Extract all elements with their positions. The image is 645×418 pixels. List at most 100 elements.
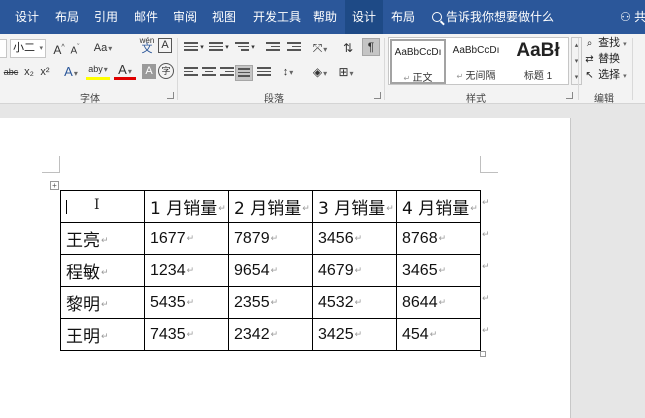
distribute-icon[interactable] xyxy=(257,67,271,78)
decrease-indent-icon[interactable] xyxy=(266,42,280,53)
group-separator xyxy=(578,38,579,100)
table-cell[interactable]: 3425↵ xyxy=(312,318,397,351)
font-color-button[interactable]: A xyxy=(114,62,136,80)
page-edge xyxy=(570,118,571,418)
tab-design[interactable]: 设计 xyxy=(8,0,46,34)
table-header-cell[interactable]: 2 月销量↵ xyxy=(228,190,313,223)
table-resize-handle[interactable] xyxy=(480,351,486,357)
strikethrough-button[interactable]: abc xyxy=(2,62,20,82)
multilevel-dropdown[interactable]: ▾ xyxy=(249,38,257,58)
font-size-combo[interactable]: 小二 ▾ xyxy=(10,39,46,58)
character-border-button[interactable]: A xyxy=(158,38,172,53)
bullets-dropdown[interactable]: ▾ xyxy=(198,38,206,58)
style-heading-1[interactable]: AaBł 标题 1 xyxy=(507,39,569,84)
table-cell[interactable]: 黎明↵ xyxy=(60,286,145,319)
table-header-cell[interactable] xyxy=(60,190,145,223)
table-cell[interactable]: 7435↵ xyxy=(144,318,229,351)
shading-icon[interactable]: ◈ xyxy=(308,62,332,82)
table-header-cell[interactable]: 3 月销量↵ xyxy=(312,190,397,223)
tab-help[interactable]: 帮助 xyxy=(306,0,344,34)
borders-icon[interactable]: ⊞ xyxy=(334,62,358,82)
sort-icon[interactable]: ⇅ xyxy=(340,38,356,58)
numbering-icon[interactable] xyxy=(209,42,223,53)
table-row: 王明↵ 7435↵ 2342↵ 3425↵ 454↵ xyxy=(60,318,481,351)
align-center-icon[interactable] xyxy=(202,67,216,78)
superscript-button[interactable]: x² xyxy=(38,62,52,82)
table-cell[interactable]: 程敏↵ xyxy=(60,254,145,287)
tab-layout[interactable]: 布局 xyxy=(48,0,86,34)
multilevel-list-icon[interactable] xyxy=(235,42,249,53)
find-icon: ⌕ xyxy=(586,38,593,49)
table-cell[interactable]: 3456↵ xyxy=(312,222,397,255)
styles-dialog-launcher[interactable] xyxy=(566,92,573,99)
select-button[interactable]: ↖ 选择 ▾ xyxy=(584,68,626,83)
table-cell[interactable]: 9654↵ xyxy=(228,254,313,287)
tell-me-search[interactable]: 告诉我你想要做什么 xyxy=(432,0,554,34)
phonetic-guide-button[interactable]: wén 文 xyxy=(138,36,156,56)
table-move-handle[interactable]: + xyxy=(50,181,59,190)
table-cell[interactable]: 4679↵ xyxy=(312,254,397,287)
tab-table-layout[interactable]: 布局 xyxy=(384,0,422,34)
group-separator xyxy=(384,38,385,100)
style-sample: AaBbCcDı xyxy=(394,47,442,58)
replace-label: 替换 xyxy=(598,53,621,65)
row-end-mark: ↵ xyxy=(482,293,490,303)
table-cell[interactable]: 7879↵ xyxy=(228,222,313,255)
style-no-spacing[interactable]: AaBbCcDı ↵ 无间隔 xyxy=(448,39,504,84)
tab-developer[interactable]: 开发工具 xyxy=(247,0,307,34)
table-cell[interactable]: 8768↵ xyxy=(396,222,481,255)
character-shading-button[interactable]: A xyxy=(142,64,156,79)
font-color-label: A xyxy=(118,62,127,77)
line-spacing-icon[interactable]: ↕ xyxy=(276,62,300,82)
enclose-characters-button[interactable]: 字 xyxy=(158,63,174,79)
table-cell[interactable]: 2355↵ xyxy=(228,286,313,319)
table-cell[interactable]: 王亮↵ xyxy=(60,222,145,255)
table-cell[interactable]: 1234↵ xyxy=(144,254,229,287)
tab-view[interactable]: 视图 xyxy=(205,0,243,34)
increase-indent-icon[interactable] xyxy=(287,42,301,53)
select-label: 选择 xyxy=(598,69,621,81)
change-case-button[interactable]: Aa xyxy=(90,38,116,58)
justify-icon[interactable] xyxy=(235,65,253,81)
highlight-label: aby xyxy=(88,64,103,74)
chinese-layout-icon[interactable]: ⤧ xyxy=(308,38,332,58)
paragraph-dialog-launcher[interactable] xyxy=(374,92,381,99)
row-end-mark: ↵ xyxy=(482,261,490,271)
table-cell[interactable]: 3465↵ xyxy=(396,254,481,287)
table-header-cell[interactable]: 4 月销量↵ xyxy=(396,190,481,223)
font-dialog-launcher[interactable] xyxy=(167,92,174,99)
text-effects-button[interactable]: A xyxy=(60,62,82,82)
tab-references[interactable]: 引用 xyxy=(87,0,125,34)
styles-gallery-scroll[interactable]: ▴ ▾ ▾ xyxy=(571,37,582,85)
group-separator xyxy=(177,38,178,100)
align-right-icon[interactable] xyxy=(220,67,234,78)
replace-button[interactable]: ⇄ 替换 xyxy=(584,52,620,67)
table-cell[interactable]: 2342↵ xyxy=(228,318,313,351)
table-header-cell[interactable]: 1 月销量↵ xyxy=(144,190,229,223)
table-cell[interactable]: 8644↵ xyxy=(396,286,481,319)
style-name: ↵ 无间隔 xyxy=(456,71,496,82)
share-button[interactable]: ⚇ 共享 xyxy=(620,0,645,34)
font-name-combo[interactable] xyxy=(0,39,7,58)
find-button[interactable]: ⌕ 查找 ▾ xyxy=(584,36,627,51)
table-cell[interactable]: 5435↵ xyxy=(144,286,229,319)
sales-table[interactable]: 1 月销量↵ 2 月销量↵ 3 月销量↵ 4 月销量↵ 王亮↵ 1677↵ 78… xyxy=(60,190,481,351)
highlight-button[interactable]: aby xyxy=(86,62,110,80)
grow-font-button[interactable]: A^ xyxy=(52,38,66,58)
tab-review[interactable]: 审阅 xyxy=(166,0,204,34)
numbering-dropdown[interactable]: ▾ xyxy=(223,38,231,58)
style-normal[interactable]: AaBbCcDı ↵ 正文 xyxy=(390,39,446,84)
replace-icon: ⇄ xyxy=(585,54,594,65)
tab-table-design[interactable]: 设计 xyxy=(345,0,383,34)
row-end-mark: ↵ xyxy=(482,325,490,335)
table-cell[interactable]: 1677↵ xyxy=(144,222,229,255)
show-paragraph-marks-icon[interactable]: ¶ xyxy=(362,38,380,56)
table-cell[interactable]: 王明↵ xyxy=(60,318,145,351)
tab-mailings[interactable]: 邮件 xyxy=(127,0,165,34)
subscript-button[interactable]: x₂ xyxy=(22,62,36,82)
align-left-icon[interactable] xyxy=(184,67,198,78)
table-cell[interactable]: 4532↵ xyxy=(312,286,397,319)
bullets-icon[interactable] xyxy=(184,42,198,53)
shrink-font-button[interactable]: Aˇ xyxy=(68,38,82,58)
table-cell[interactable]: 454↵ xyxy=(396,318,481,351)
